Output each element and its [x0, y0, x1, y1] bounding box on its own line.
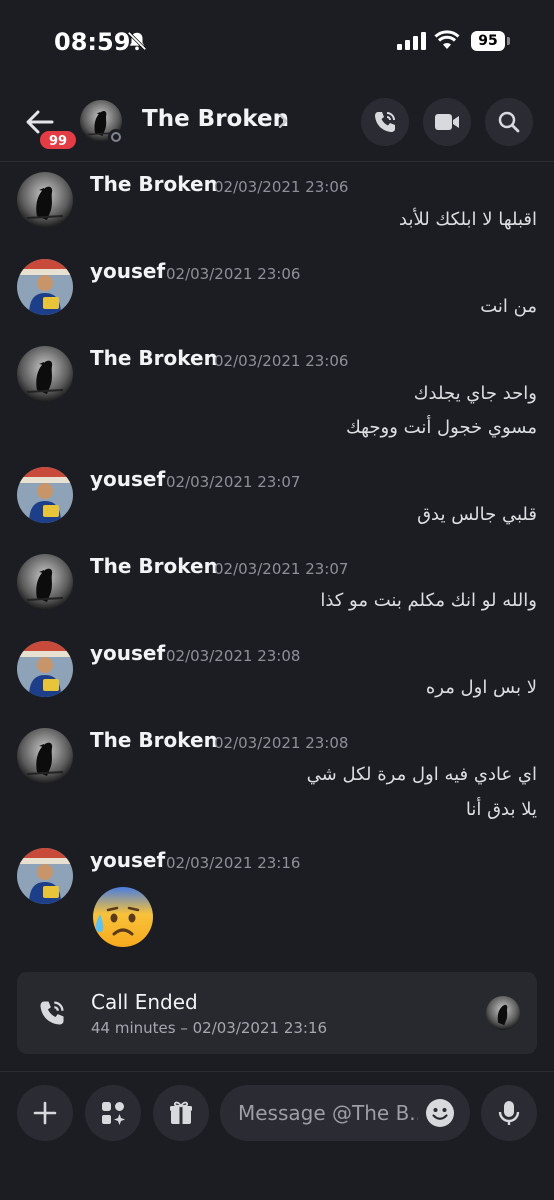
message-timestamp: 02/03/2021 23:07	[166, 473, 301, 491]
apps-button[interactable]	[85, 1085, 141, 1141]
message-timestamp: 02/03/2021 23:08	[166, 647, 301, 665]
anxious-sweat-face-emoji-icon	[90, 884, 156, 950]
person-photo-avatar-icon	[17, 641, 73, 697]
microphone-icon	[498, 1101, 520, 1125]
message-text: والله لو انك مكلم بنت مو كذا	[320, 590, 537, 611]
message-author[interactable]: The Broken	[90, 172, 218, 196]
message-author[interactable]: yousef	[90, 259, 165, 283]
avatar	[486, 996, 520, 1030]
message-text: من انت	[480, 296, 537, 317]
call-ended-card[interactable]: Call Ended 44 minutes – 02/03/2021 23:16	[17, 972, 537, 1054]
person-photo-avatar-icon	[17, 259, 73, 315]
unread-badge: 99	[38, 129, 78, 151]
message-text: لا بس اول مره	[425, 677, 537, 698]
phone-icon	[375, 112, 395, 132]
search-button[interactable]	[485, 98, 533, 146]
emoji-icon[interactable]	[424, 1097, 456, 1129]
status-bar: 08:59 95	[0, 0, 554, 86]
message-text: اقبلها لا ابلكك للأبد	[399, 209, 537, 230]
message-timestamp: 02/03/2021 23:06	[214, 178, 349, 196]
avatar[interactable]	[17, 728, 73, 784]
video-call-button[interactable]	[423, 98, 471, 146]
search-icon	[498, 111, 520, 133]
page-title[interactable]: The Broken	[142, 106, 289, 132]
message-timestamp: 02/03/2021 23:07	[214, 560, 349, 578]
avatar[interactable]	[17, 346, 73, 402]
call-title: Call Ended	[91, 990, 198, 1014]
wifi-icon	[434, 30, 460, 49]
message-author[interactable]: The Broken	[90, 728, 218, 752]
cellular-signal-icon	[397, 32, 426, 50]
message-author[interactable]: The Broken	[90, 554, 218, 578]
crow-avatar-icon	[17, 728, 73, 784]
voice-call-button[interactable]	[361, 98, 409, 146]
voice-message-button[interactable]	[481, 1085, 537, 1141]
message-author[interactable]: yousef	[90, 641, 165, 665]
message-author[interactable]: yousef	[90, 848, 165, 872]
person-photo-avatar-icon	[17, 848, 73, 904]
person-photo-avatar-icon	[17, 467, 73, 523]
phone-icon	[40, 1001, 64, 1025]
battery-tip	[507, 37, 510, 45]
avatar[interactable]	[17, 172, 73, 228]
plus-icon	[33, 1101, 57, 1125]
battery-indicator: 95	[471, 31, 505, 51]
message-text: يلا بدق أنا	[465, 799, 537, 820]
crow-avatar-icon	[17, 172, 73, 228]
crow-avatar-icon	[17, 554, 73, 610]
gift-button[interactable]	[153, 1085, 209, 1141]
message-input[interactable]: Message @The B...	[220, 1085, 470, 1141]
gift-icon	[170, 1101, 192, 1124]
message-input-placeholder: Message @The B...	[238, 1101, 418, 1125]
message-text: قلبي جالس يدق	[417, 504, 537, 525]
add-attachment-button[interactable]	[17, 1085, 73, 1141]
avatar[interactable]	[17, 641, 73, 697]
message-timestamp: 02/03/2021 23:06	[214, 352, 349, 370]
video-icon	[435, 114, 459, 130]
message-text: مسوي خجول أنت ووجهك	[345, 417, 537, 438]
crow-avatar-icon	[486, 996, 520, 1030]
message-text: اي عادي فيه اول مرة لكل شي	[306, 764, 537, 785]
bell-off-icon	[127, 31, 147, 51]
message-timestamp: 02/03/2021 23:08	[214, 734, 349, 752]
message-author[interactable]: The Broken	[90, 346, 218, 370]
message-author[interactable]: yousef	[90, 467, 165, 491]
message-timestamp: 02/03/2021 23:16	[166, 854, 301, 872]
message-timestamp: 02/03/2021 23:06	[166, 265, 301, 283]
call-subtitle: 44 minutes – 02/03/2021 23:16	[91, 1019, 328, 1037]
chevron-right-icon[interactable]	[276, 112, 290, 130]
status-time: 08:59	[54, 28, 131, 56]
avatar[interactable]	[17, 259, 73, 315]
presence-status-icon	[108, 129, 124, 145]
avatar[interactable]	[17, 554, 73, 610]
avatar[interactable]	[17, 467, 73, 523]
message-text: واحد جاي يجلدك	[413, 383, 537, 404]
crow-avatar-icon	[17, 346, 73, 402]
divider	[0, 1071, 554, 1072]
avatar[interactable]	[17, 848, 73, 904]
chat-header: 99 The Broken	[0, 86, 554, 162]
apps-sparkle-icon	[102, 1102, 125, 1125]
